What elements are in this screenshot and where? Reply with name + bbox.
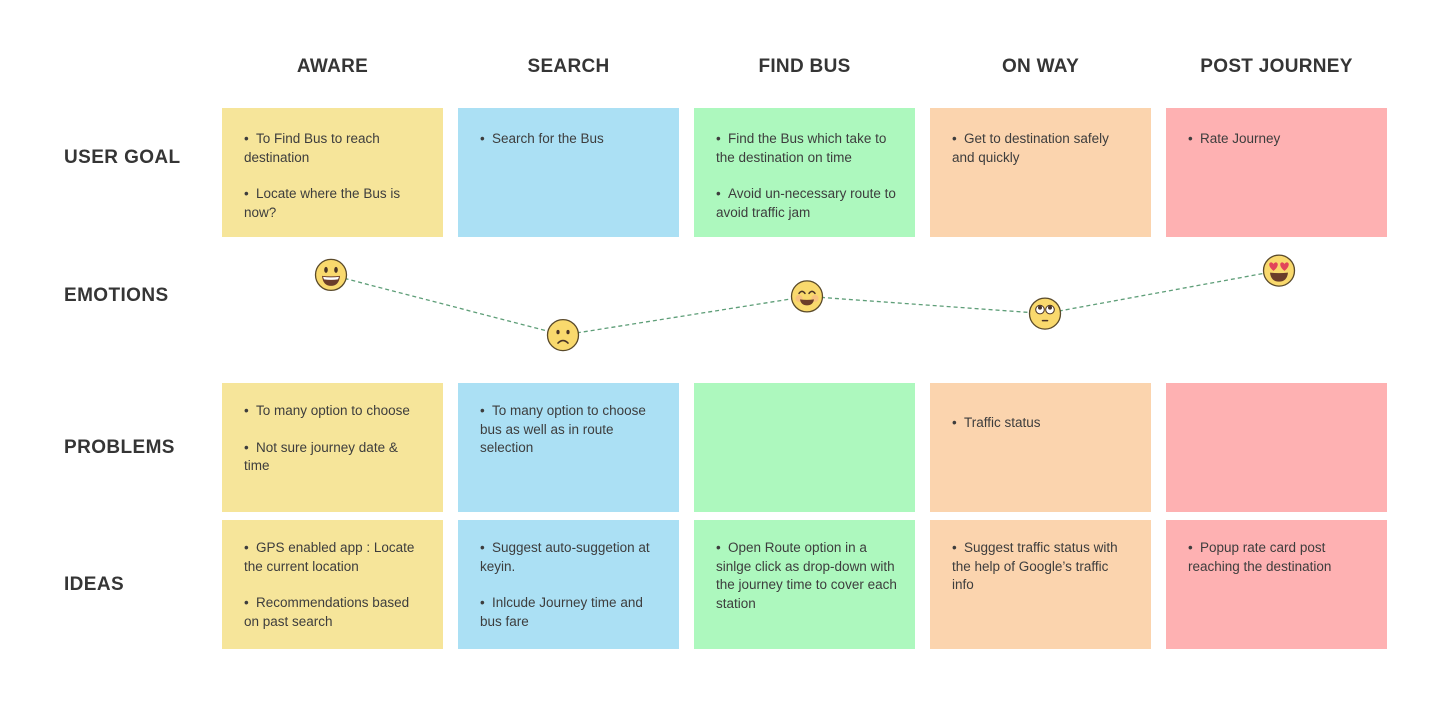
card-text: Popup rate card post reaching the destin… xyxy=(1188,540,1332,574)
bullet-icon: • xyxy=(1188,131,1193,146)
user-goal-card-search: • Search for the Bus xyxy=(458,108,679,237)
bullet-icon: • xyxy=(716,186,721,201)
bullet-icon: • xyxy=(716,131,721,146)
ideas-card-post-journey: • Popup rate card post reaching the desti… xyxy=(1166,520,1387,649)
bullet-icon: • xyxy=(244,595,249,610)
stage-header-post-journey: POST JOURNEY xyxy=(1200,56,1353,77)
row-label-ideas: IDEAS xyxy=(64,574,125,595)
card-bullet-item: • Inlcude Journey time and bus fare xyxy=(480,594,661,631)
problems-card-post-journey xyxy=(1166,383,1387,512)
bullet-icon: • xyxy=(480,131,485,146)
card-bullet-item: • Get to destination safely and quickly xyxy=(952,130,1133,167)
emotion-connector-line xyxy=(330,274,564,336)
card-text: To many option to choose xyxy=(256,403,410,418)
user-goal-card-aware: • To Find Bus to reach destination • Locate… xyxy=(222,108,443,237)
bullet-icon: • xyxy=(480,595,485,610)
ideas-card-aware: • GPS enabled app : Locate the current lo… xyxy=(222,520,443,649)
bullet-icon: • xyxy=(244,540,249,555)
bullet-icon: • xyxy=(952,131,957,146)
emotion-connector-line xyxy=(562,295,808,336)
stage-header-on-way: ON WAY xyxy=(1001,56,1080,77)
card-text: Open Route option in a sinlge click as d… xyxy=(716,540,897,611)
bullet-icon: • xyxy=(244,403,249,418)
card-bullet-item: • To many option to choose bus as well as… xyxy=(480,402,661,458)
smiling-face-icon xyxy=(790,280,824,313)
grinning-face-icon xyxy=(314,258,348,292)
card-text: To many option to choose bus as well as … xyxy=(480,403,646,455)
bullet-icon: • xyxy=(244,186,249,201)
card-text: Not sure journey date & time xyxy=(244,439,398,474)
ideas-card-find-bus: • Open Route option in a sinlge click as … xyxy=(694,520,915,649)
card-text: Locate where the Bus is now? xyxy=(244,186,401,220)
stage-header-find-bus: FIND BUS xyxy=(758,56,851,77)
card-bullet-item: • Locate where the Bus is now? xyxy=(244,185,425,222)
ideas-card-on-way: • Suggest traffic status with the help of… xyxy=(930,520,1151,649)
card-bullet-item: • Search for the Bus xyxy=(480,130,661,149)
card-bullet-item: • Avoid un-necessary route to avoid traff… xyxy=(716,185,897,222)
frowning-face-icon xyxy=(546,318,580,352)
card-text: Inlcude Journey time and bus fare xyxy=(480,595,643,629)
card-bullet-item: • To many option to choose xyxy=(244,402,425,421)
heart-eyes-face-icon xyxy=(1262,254,1296,287)
card-bullet-item: • GPS enabled app : Locate the current lo… xyxy=(244,539,425,576)
row-label-emotions: EMOTIONS xyxy=(64,285,169,306)
user-goal-card-on-way: • Get to destination safely and quickly xyxy=(930,108,1151,237)
problems-card-on-way: • Traffic status xyxy=(930,383,1151,512)
ideas-card-search: • Suggest auto-suggetion at keyin. • Inlcud… xyxy=(458,520,679,649)
card-text: Get to destination safely and quickly xyxy=(952,131,1109,165)
eye-roll-face-icon xyxy=(1028,297,1062,330)
card-bullet-item: • Rate Journey xyxy=(1188,130,1369,149)
bullet-icon: • xyxy=(480,403,485,418)
card-bullet-item: • Suggest auto-suggetion at keyin. xyxy=(480,539,661,576)
bullet-icon: • xyxy=(244,439,249,455)
card-text: Suggest traffic status with the help of … xyxy=(952,540,1118,592)
bullet-icon: • xyxy=(480,540,485,555)
card-text: Avoid un-necessary route to avoid traffi… xyxy=(716,186,896,220)
stage-header-search: SEARCH xyxy=(527,56,610,77)
stage-header-aware: AWARE xyxy=(296,56,369,77)
card-bullet-item: • Recommendations based on past search xyxy=(244,594,425,631)
card-bullet-item: • Popup rate card post reaching the desti… xyxy=(1188,539,1369,576)
card-text: To Find Bus to reach destination xyxy=(244,131,380,165)
emotion-connector-line xyxy=(806,295,1046,315)
card-text: Recommendations based on past search xyxy=(244,595,410,629)
card-bullet-item: • Suggest traffic status with the help of… xyxy=(952,539,1133,595)
row-label-user-goal: USER GOAL xyxy=(64,147,181,168)
card-bullet-item: • Not sure journey date & time xyxy=(244,439,425,476)
card-bullet-item: • Find the Bus which take to the destinat… xyxy=(716,130,897,167)
card-text: Rate Journey xyxy=(1200,131,1281,146)
card-text: Find the Bus which take to the destinati… xyxy=(716,131,887,165)
problems-card-aware: • To many option to choose • Not sure journ… xyxy=(222,383,443,512)
user-goal-card-find-bus: • Find the Bus which take to the destinat… xyxy=(694,108,915,237)
emotion-connector-line xyxy=(1044,269,1280,315)
card-text: Search for the Bus xyxy=(492,131,604,146)
user-goal-card-post-journey: • Rate Journey xyxy=(1166,108,1387,237)
problems-card-search: • To many option to choose bus as well as… xyxy=(458,383,679,512)
bullet-icon: • xyxy=(1188,540,1193,555)
card-bullet-item: • To Find Bus to reach destination xyxy=(244,130,425,167)
problems-card-find-bus xyxy=(694,383,915,512)
card-bullet-item: • Traffic status xyxy=(952,414,1133,433)
card-bullet-item: • Open Route option in a sinlge click as … xyxy=(716,539,897,613)
bullet-icon: • xyxy=(244,131,249,146)
bullet-icon: • xyxy=(716,540,721,555)
card-text: Suggest auto-suggetion at keyin. xyxy=(480,540,650,574)
card-text: GPS enabled app : Locate the current loc… xyxy=(244,540,415,574)
row-label-problems: PROBLEMS xyxy=(64,437,175,458)
bullet-icon: • xyxy=(952,415,957,430)
bullet-icon: • xyxy=(952,540,957,555)
card-text: Traffic status xyxy=(964,415,1041,430)
